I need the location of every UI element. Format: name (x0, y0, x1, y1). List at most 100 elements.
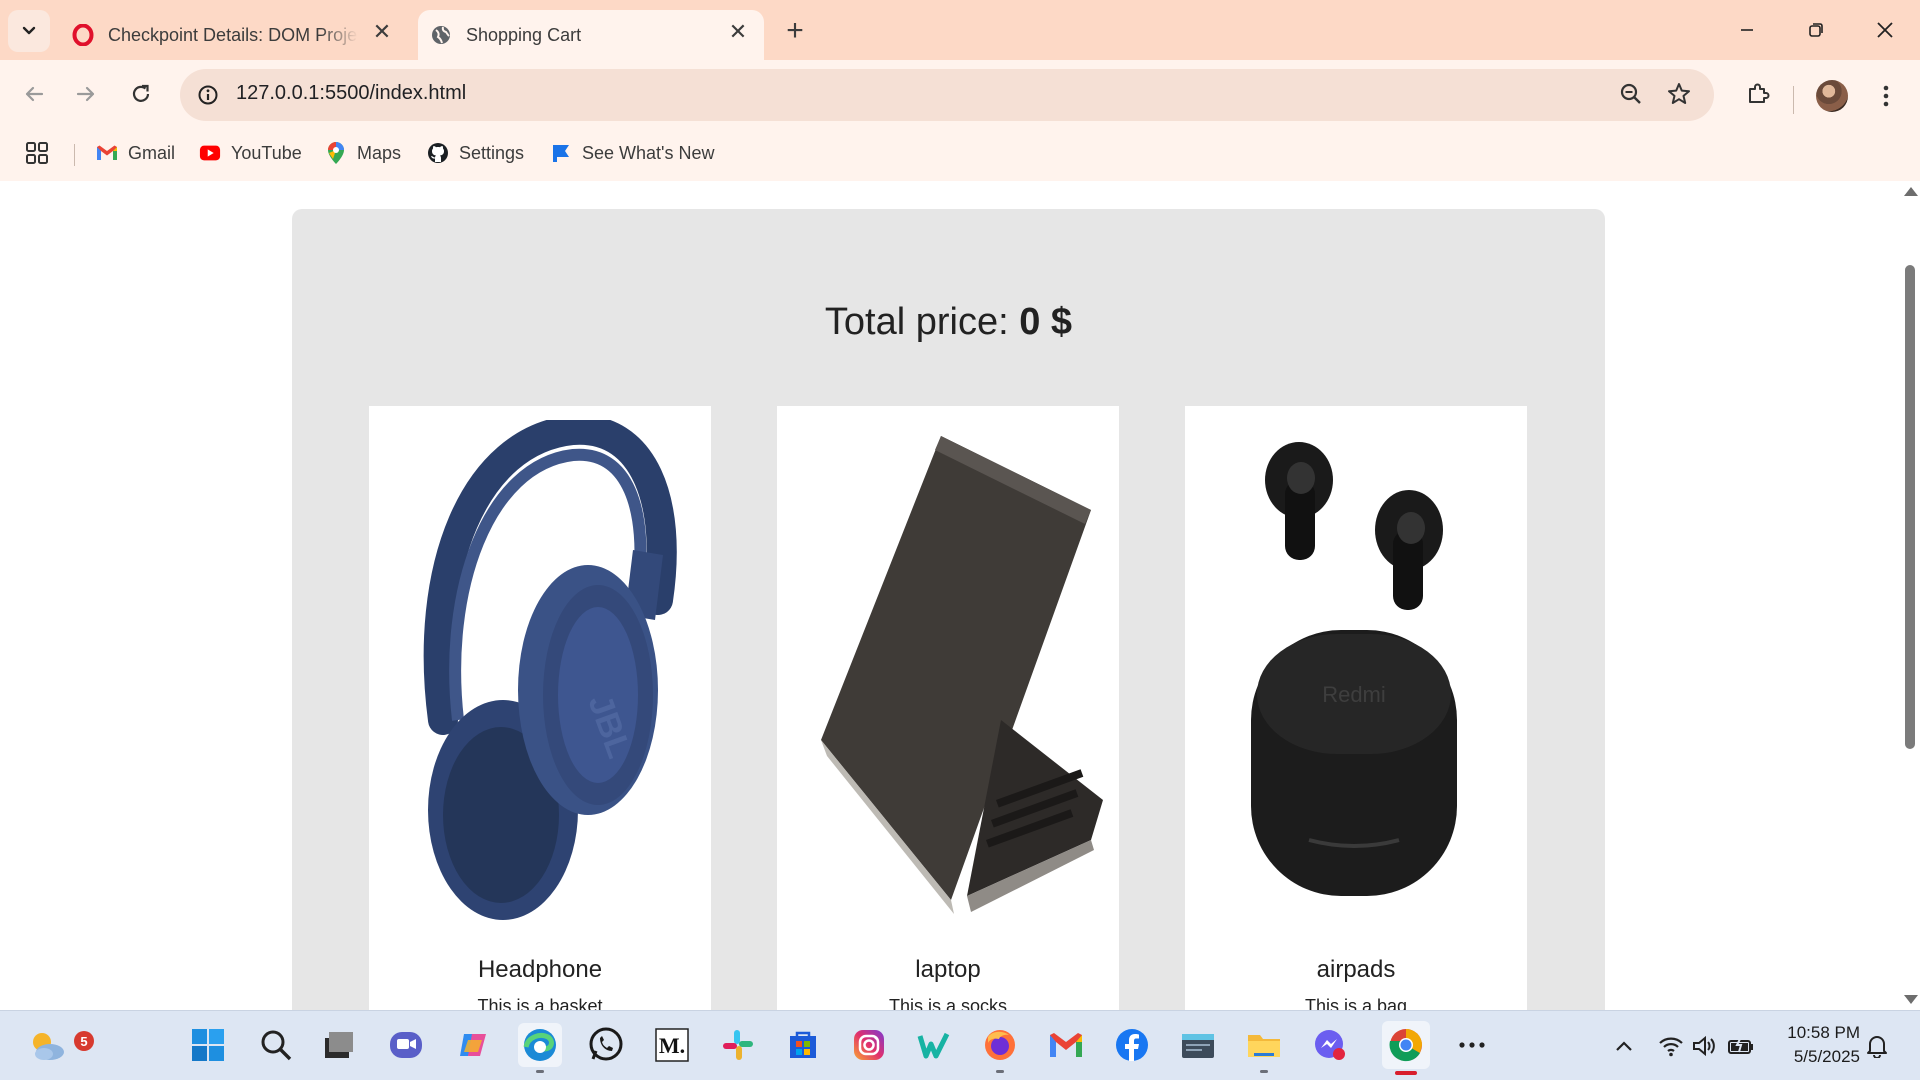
terminal-app[interactable] (1176, 1023, 1220, 1067)
browser-menu-button[interactable] (1868, 76, 1904, 116)
product-name: laptop (915, 956, 981, 983)
copilot-app[interactable] (452, 1023, 496, 1067)
instagram-app[interactable] (847, 1023, 891, 1067)
teams-app[interactable] (384, 1023, 428, 1067)
bookmark-label: Maps (357, 142, 402, 163)
tab-strip: Checkpoint Details: DOM Project ✕ Shoppi… (0, 0, 1920, 60)
bell-icon (1867, 1036, 1887, 1058)
gmail-app[interactable] (1044, 1023, 1088, 1067)
store-app[interactable] (781, 1023, 825, 1067)
whatsapp-app[interactable] (584, 1023, 628, 1067)
scroll-up-arrow-icon[interactable] (1904, 187, 1918, 196)
github-icon (427, 142, 449, 164)
weather-widget[interactable]: 5 (26, 1023, 94, 1067)
bookmark-label: YouTube (231, 142, 302, 163)
clock-time: 10:58 PM (1787, 1023, 1860, 1042)
webstorm-icon (917, 1032, 950, 1059)
close-window-button[interactable] (1862, 8, 1908, 52)
puzzle-icon (1749, 83, 1770, 103)
product-description: This is a basket (477, 996, 603, 1010)
reload-button[interactable] (121, 74, 161, 114)
tab-shopping-cart[interactable]: Shopping Cart ✕ (418, 10, 764, 60)
total-price-value: 0 $ (1019, 301, 1073, 343)
scroll-down-arrow-icon[interactable] (1904, 995, 1918, 1004)
battery-status[interactable] (1726, 1029, 1756, 1063)
video-chat-icon (390, 1032, 422, 1058)
windows-logo-icon (192, 1029, 224, 1061)
messenger-app[interactable] (1308, 1023, 1352, 1067)
notifications-button[interactable] (1862, 1029, 1892, 1063)
show-more-apps[interactable] (1450, 1023, 1494, 1067)
opera-icon (72, 24, 94, 46)
speaker-icon (1693, 1035, 1715, 1057)
zoom-icon[interactable] (1618, 81, 1644, 112)
arrow-left-icon (25, 86, 44, 102)
edge-app[interactable] (518, 1023, 562, 1073)
bookmark-star-icon[interactable] (1666, 81, 1692, 112)
firefox-icon (985, 1030, 1015, 1060)
close-tab-icon[interactable]: ✕ (726, 19, 750, 44)
minimize-button[interactable] (1724, 8, 1770, 52)
site-info-icon[interactable] (192, 79, 224, 111)
product-name: airpads (1316, 956, 1396, 983)
bookmark-settings[interactable]: Settings (427, 138, 524, 168)
forward-button[interactable] (66, 74, 106, 114)
page-scrollbar[interactable] (1900, 181, 1920, 1010)
instagram-icon (854, 1030, 884, 1060)
network-status[interactable] (1656, 1029, 1686, 1063)
slack-icon (723, 1030, 753, 1060)
chrome-app[interactable] (1382, 1021, 1430, 1075)
more-horizontal-icon (1459, 1042, 1485, 1048)
close-tab-icon[interactable]: ✕ (370, 19, 394, 44)
headphone-image: JBL (383, 414, 697, 920)
new-tab-button[interactable]: + (778, 14, 812, 48)
product-card: Redmi airpads This is a bag (1185, 406, 1527, 1010)
address-bar[interactable]: 127.0.0.1:5500/index.html (180, 69, 1714, 121)
medium-icon: M. (655, 1028, 689, 1062)
tab-search-button[interactable] (8, 10, 50, 52)
bookmark-gmail[interactable]: Gmail (96, 138, 175, 168)
edge-icon (523, 1029, 556, 1061)
maps-icon (325, 142, 347, 164)
bookmark-label: See What's New (582, 142, 715, 163)
bookmark-label: Settings (459, 142, 525, 163)
bookmark-maps[interactable]: Maps (325, 138, 401, 168)
product-card: JBL Headphone This is a basket (369, 406, 711, 1010)
start-button[interactable] (186, 1023, 230, 1067)
bookmark-youtube[interactable]: YouTube (199, 138, 302, 168)
extensions-button[interactable] (1738, 74, 1778, 114)
more-vertical-icon (1883, 85, 1889, 107)
globe-icon (430, 24, 452, 46)
running-indicator (536, 1070, 544, 1073)
terminal-icon (1182, 1034, 1214, 1058)
apps-grid-icon[interactable] (24, 140, 52, 168)
restore-button[interactable] (1793, 8, 1839, 52)
webstorm-app[interactable] (912, 1023, 956, 1067)
address-bar-url[interactable]: 127.0.0.1:5500/index.html (236, 82, 466, 105)
facebook-app[interactable] (1110, 1023, 1154, 1067)
profile-avatar[interactable] (1816, 80, 1848, 112)
total-price-label: Total price: (824, 301, 1009, 343)
scrollbar-thumb[interactable] (1905, 265, 1915, 749)
task-view[interactable] (316, 1023, 360, 1067)
medium-app[interactable]: M. (650, 1023, 694, 1067)
firefox-app[interactable] (978, 1023, 1022, 1073)
chevron-down-icon (22, 26, 36, 35)
cart-panel: Total price: 0 $ JBL Headphone This is a… (292, 209, 1605, 1010)
tab-checkpoint[interactable]: Checkpoint Details: DOM Project ✕ (60, 10, 408, 60)
product-description: This is a socks (888, 996, 1008, 1010)
store-icon (790, 1031, 816, 1058)
taskbar-search[interactable] (254, 1023, 298, 1067)
system-clock[interactable]: 10:58 PM 5/5/2025 (1770, 1021, 1860, 1069)
search-icon (261, 1030, 292, 1061)
bookmark-whats-new[interactable]: See What's New (550, 138, 715, 168)
laptop-image (791, 420, 1105, 920)
close-icon (1877, 22, 1893, 38)
volume-control[interactable] (1690, 1029, 1720, 1063)
browser-toolbar: 127.0.0.1:5500/index.html Gmail YouTube … (0, 60, 1920, 190)
slack-app[interactable] (716, 1023, 760, 1067)
back-button[interactable] (14, 74, 54, 114)
total-price: Total price: 0 $ (292, 301, 1605, 344)
show-hidden-icons[interactable] (1609, 1029, 1639, 1063)
file-explorer-app[interactable] (1242, 1023, 1286, 1073)
